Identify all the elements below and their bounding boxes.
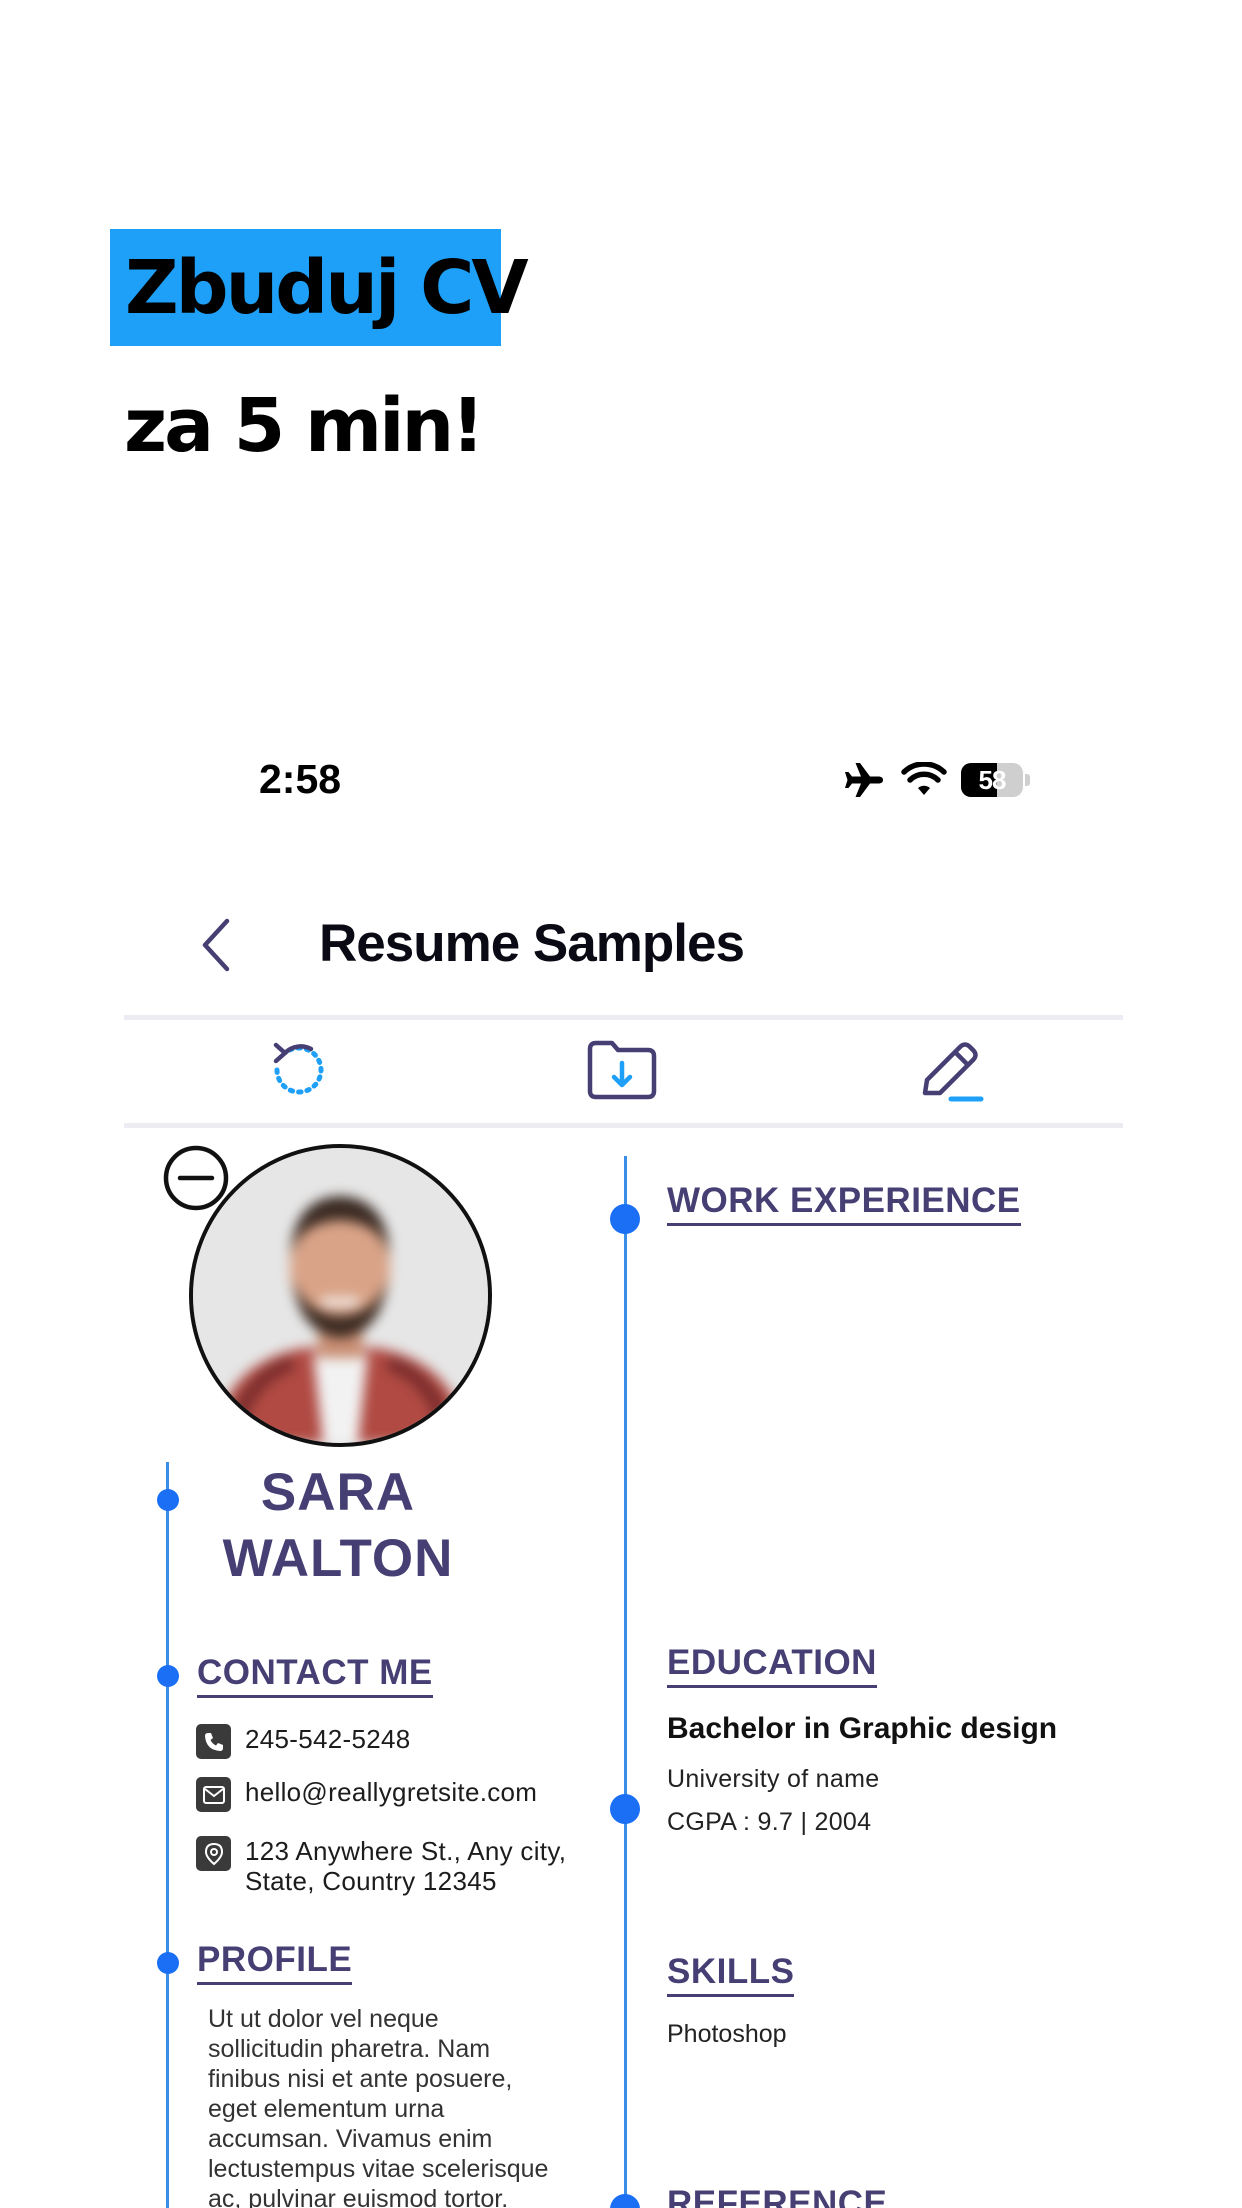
contact-address: 123 Anywhere St., Any city, State, Count…: [245, 1836, 567, 1896]
divider-top: [124, 1015, 1123, 1020]
promo-line-2: za 5 min!: [124, 383, 485, 469]
last-name: WALTON: [222, 1529, 454, 1588]
contact-title[interactable]: CONTACT ME: [197, 1653, 433, 1698]
timeline-dot-contact: [157, 1665, 179, 1687]
battery-cap: [1025, 774, 1030, 786]
education-degree[interactable]: Bachelor in Graphic design: [667, 1712, 1057, 1746]
status-time: 2:58: [259, 756, 342, 802]
timeline-dot-profile: [157, 1952, 179, 1974]
timeline-dot-reference: [610, 2194, 640, 2208]
education-school[interactable]: University of name: [667, 1765, 879, 1794]
battery-icon: 58: [961, 763, 1023, 797]
download-folder-icon: [587, 1040, 657, 1100]
promo-line-1: Zbuduj CV: [125, 244, 529, 331]
airplane-icon: [845, 763, 883, 797]
contact-phone-row[interactable]: 245-542-5248: [196, 1724, 411, 1759]
timeline-dot-work: [610, 1204, 640, 1234]
download-button[interactable]: [582, 1030, 662, 1110]
reset-button[interactable]: [258, 1030, 338, 1110]
timeline-left: [166, 1462, 169, 2208]
skills-title[interactable]: SKILLS: [667, 1952, 795, 1997]
timeline-dot-education: [610, 1794, 640, 1824]
timeline-dot-name: [157, 1489, 179, 1511]
timeline-right: [624, 1156, 627, 2208]
reference-title[interactable]: REFERENCE: [667, 2184, 887, 2208]
work-experience-title[interactable]: WORK EXPERIENCE: [667, 1181, 1021, 1226]
edit-pencil-icon: [922, 1042, 984, 1102]
resume-name[interactable]: SARA WALTON: [188, 1460, 488, 1592]
profile-text[interactable]: Ut ut dolor vel neque sollicitudin phare…: [208, 2004, 608, 2208]
edit-button[interactable]: [912, 1030, 992, 1110]
phone-icon: [196, 1724, 231, 1759]
contact-phone: 245-542-5248: [245, 1724, 411, 1754]
chevron-left-icon[interactable]: [195, 915, 239, 975]
status-icons: 58: [843, 760, 1030, 800]
battery-percent: 58: [978, 764, 1007, 795]
contact-address-row[interactable]: 123 Anywhere St., Any city, State, Count…: [196, 1836, 566, 1896]
contact-email: hello@reallygretsite.com: [245, 1777, 538, 1807]
location-pin-icon: [196, 1836, 231, 1871]
mail-icon: [196, 1777, 231, 1812]
education-cgpa[interactable]: CGPA : 9.7 | 2004: [667, 1808, 871, 1837]
first-name: SARA: [260, 1463, 416, 1522]
remove-photo-icon[interactable]: [162, 1144, 230, 1212]
skill-item[interactable]: Photoshop: [667, 2020, 787, 2049]
avatar[interactable]: [189, 1144, 492, 1447]
divider-bottom: [124, 1123, 1123, 1128]
education-title[interactable]: EDUCATION: [667, 1643, 877, 1688]
contact-email-row[interactable]: hello@reallygretsite.com: [196, 1777, 537, 1812]
page-title: Resume Samples: [319, 914, 745, 973]
promo-headline-highlight: Zbuduj CV: [110, 229, 529, 346]
avatar-photo: [193, 1148, 488, 1443]
wifi-icon: [901, 762, 947, 795]
profile-title[interactable]: PROFILE: [197, 1940, 353, 1985]
reset-icon: [273, 1042, 324, 1095]
